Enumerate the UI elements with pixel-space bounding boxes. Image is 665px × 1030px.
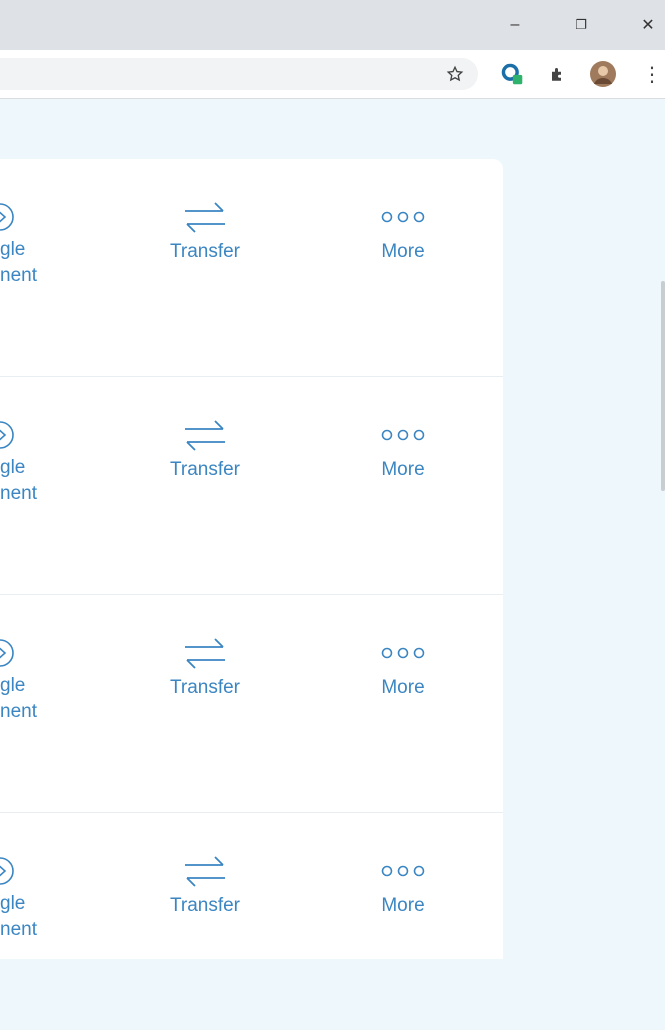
puzzle-icon bbox=[552, 68, 561, 81]
more-button[interactable]: More bbox=[360, 851, 446, 919]
single-payment-action[interactable]: gle nent bbox=[0, 851, 60, 943]
minimize-icon: – bbox=[510, 16, 520, 33]
transfer-arrows-icon bbox=[180, 633, 230, 673]
single-payment-label-line2: nent bbox=[0, 483, 37, 504]
extension-status-icon bbox=[501, 63, 523, 85]
more-dots-icon bbox=[380, 633, 426, 673]
page-scrollbar[interactable] bbox=[661, 281, 665, 491]
more-label: More bbox=[381, 895, 425, 916]
address-bar[interactable] bbox=[0, 58, 478, 90]
page-content: gle nent Transfer More gle nent Transfer… bbox=[0, 99, 665, 959]
more-button[interactable]: More bbox=[360, 197, 446, 265]
single-payment-label-line2: nent bbox=[0, 265, 37, 286]
restore-icon: ❐ bbox=[575, 17, 587, 32]
extensions-button[interactable] bbox=[546, 62, 570, 86]
more-button[interactable]: More bbox=[360, 415, 446, 483]
payment-arrow-icon bbox=[0, 415, 60, 455]
browser-toolbar: ⋮ bbox=[0, 50, 665, 99]
transfer-arrows-icon bbox=[180, 415, 230, 455]
more-dots-icon bbox=[380, 197, 426, 237]
restore-button[interactable]: ❐ bbox=[566, 10, 596, 40]
minimize-button[interactable]: – bbox=[500, 10, 530, 40]
payment-arrow-icon bbox=[0, 633, 60, 673]
close-icon: ✕ bbox=[641, 17, 655, 34]
single-payment-action[interactable]: gle nent bbox=[0, 633, 60, 725]
transfer-label: Transfer bbox=[169, 895, 241, 916]
profile-avatar-button[interactable] bbox=[588, 59, 618, 89]
more-dots-icon bbox=[380, 415, 426, 455]
single-payment-label-line2: nent bbox=[0, 919, 37, 940]
transfer-label: Transfer bbox=[169, 677, 241, 698]
close-window-button[interactable]: ✕ bbox=[633, 10, 663, 40]
accounts-card: gle nent Transfer More gle nent Transfer… bbox=[0, 159, 503, 959]
transfer-label: Transfer bbox=[169, 459, 241, 480]
single-payment-action[interactable]: gle nent bbox=[0, 415, 60, 507]
single-payment-label-line2: nent bbox=[0, 701, 37, 722]
more-button[interactable]: More bbox=[360, 633, 446, 701]
single-payment-label-line1: gle bbox=[0, 239, 26, 260]
transfer-label: Transfer bbox=[169, 241, 241, 262]
browser-menu-button[interactable]: ⋮ bbox=[640, 62, 664, 86]
single-payment-label-line1: gle bbox=[0, 675, 26, 696]
more-label: More bbox=[381, 677, 425, 698]
kebab-menu-icon: ⋮ bbox=[642, 63, 662, 86]
transfer-arrows-icon bbox=[180, 197, 230, 237]
single-payment-action[interactable]: gle nent bbox=[0, 197, 60, 289]
transfer-arrows-icon bbox=[180, 851, 230, 891]
single-payment-label-line1: gle bbox=[0, 893, 26, 914]
more-label: More bbox=[381, 241, 425, 262]
account-row: gle nent Transfer More bbox=[0, 159, 503, 377]
payment-arrow-icon bbox=[0, 851, 60, 891]
transfer-button[interactable]: Transfer bbox=[160, 415, 250, 483]
browser-titlebar: – ❐ ✕ bbox=[0, 0, 665, 50]
transfer-button[interactable]: Transfer bbox=[160, 633, 250, 701]
single-payment-label-line1: gle bbox=[0, 457, 26, 478]
account-row: gle nent Transfer More bbox=[0, 377, 503, 595]
transfer-button[interactable]: Transfer bbox=[160, 851, 250, 919]
star-icon bbox=[446, 65, 464, 82]
avatar bbox=[590, 61, 616, 87]
more-label: More bbox=[381, 459, 425, 480]
transfer-button[interactable]: Transfer bbox=[160, 197, 250, 265]
payment-arrow-icon bbox=[0, 197, 60, 237]
more-dots-icon bbox=[380, 851, 426, 891]
account-row: gle nent Transfer More bbox=[0, 813, 503, 1030]
extension-status-button[interactable] bbox=[500, 62, 524, 86]
bookmark-star-button[interactable] bbox=[443, 62, 467, 86]
account-row: gle nent Transfer More bbox=[0, 595, 503, 813]
